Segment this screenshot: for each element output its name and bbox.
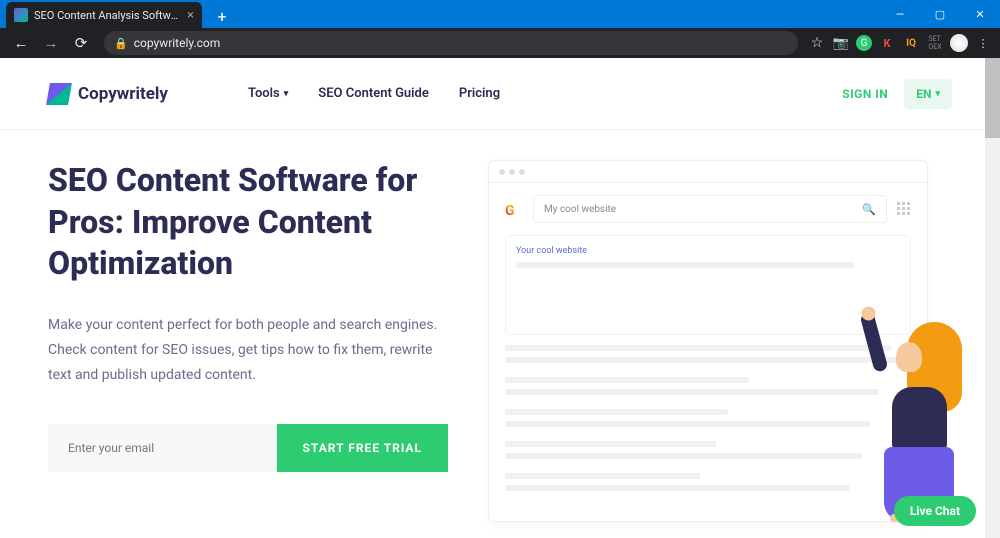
close-icon[interactable]: × [187, 8, 194, 23]
live-chat-button[interactable]: Live Chat [894, 496, 976, 526]
person-head [896, 342, 922, 372]
mock-query: My cool website [544, 204, 616, 215]
url-text: copywritely.com [134, 36, 221, 50]
address-bar[interactable]: 🔒 copywritely.com [104, 31, 798, 55]
back-button[interactable]: ← [8, 30, 34, 56]
traffic-light-icon [519, 169, 525, 175]
google-logo-icon [505, 200, 523, 218]
traffic-light-icon [509, 169, 515, 175]
set-extension-icon[interactable]: SETOEX [926, 34, 944, 52]
browser-tab[interactable]: SEO Content Analysis Software: T × [6, 2, 202, 28]
email-field[interactable] [48, 424, 277, 472]
skeleton-line [505, 377, 749, 383]
camera-icon[interactable]: 📷 [832, 34, 850, 52]
menu-icon[interactable]: ⋮ [974, 34, 992, 52]
browser-tab-strip: SEO Content Analysis Software: T × + [0, 0, 234, 28]
browser-toolbar: ← → ⟳ 🔒 copywritely.com ☆ 📷 G K IQ SETOE… [0, 28, 1000, 58]
hero-title: SEO Content Software for Pros: Improve C… [48, 160, 448, 285]
skeleton-line [505, 485, 850, 491]
lock-icon: 🔒 [114, 37, 128, 50]
nav-guide[interactable]: SEO Content Guide [318, 86, 429, 101]
apps-grid-icon [897, 202, 911, 216]
lang-label: EN [916, 87, 931, 101]
mock-search-row: My cool website 🔍 [489, 183, 927, 235]
hero-section: SEO Content Software for Pros: Improve C… [0, 130, 1000, 522]
nav-tools-label: Tools [248, 86, 280, 101]
brand-name: Copywritely [78, 84, 168, 104]
signin-link[interactable]: SIGN IN [842, 87, 888, 101]
k-extension-icon[interactable]: K [878, 34, 896, 52]
site-header: Copywritely Tools ▾ SEO Content Guide Pri… [0, 58, 1000, 130]
skeleton-line [505, 441, 716, 447]
language-selector[interactable]: EN ▾ [904, 79, 952, 109]
start-trial-button[interactable]: START FREE TRIAL [277, 424, 448, 472]
skeleton-line [516, 262, 854, 268]
person-torso [892, 387, 947, 452]
skeleton-line [505, 473, 700, 479]
brand-logo[interactable]: Copywritely [48, 83, 168, 105]
nav-pricing[interactable]: Pricing [459, 86, 500, 101]
main-nav: Tools ▾ SEO Content Guide Pricing [248, 86, 500, 101]
hero-illustration: My cool website 🔍 Your cool website [488, 160, 952, 522]
minimize-button[interactable]: ― [880, 0, 920, 28]
search-icon: 🔍 [862, 203, 876, 216]
skeleton-line [505, 453, 862, 459]
cta-row: START FREE TRIAL [48, 424, 448, 472]
new-tab-button[interactable]: + [210, 4, 234, 28]
skeleton-line [505, 389, 879, 395]
extension-icons: ☆ 📷 G K IQ SETOEX ⋮ [808, 34, 992, 52]
page-content: Copywritely Tools ▾ SEO Content Guide Pri… [0, 58, 1000, 538]
traffic-light-icon [499, 169, 505, 175]
mock-result-title: Your cool website [516, 246, 900, 256]
mock-search-box: My cool website 🔍 [533, 195, 887, 223]
maximize-button[interactable]: ▢ [920, 0, 960, 28]
forward-button[interactable]: → [38, 30, 64, 56]
hero-left: SEO Content Software for Pros: Improve C… [48, 160, 448, 522]
skeleton-line [505, 345, 891, 351]
profile-avatar[interactable] [950, 34, 968, 52]
nav-tools[interactable]: Tools ▾ [248, 86, 288, 101]
person-arm [859, 311, 888, 373]
scrollbar-thumb[interactable] [985, 58, 1000, 138]
skeleton-line [505, 357, 903, 363]
mock-browser-tabs [489, 161, 927, 183]
skeleton-line [505, 421, 870, 427]
bookmark-star-icon[interactable]: ☆ [808, 34, 826, 52]
mock-result-card: Your cool website [505, 235, 911, 335]
tab-title: SEO Content Analysis Software: T [34, 9, 183, 22]
chevron-down-icon: ▾ [935, 89, 940, 99]
reload-button[interactable]: ⟳ [68, 30, 94, 56]
grammarly-icon[interactable]: G [856, 35, 872, 51]
close-button[interactable]: ✕ [960, 0, 1000, 28]
scrollbar[interactable] [985, 58, 1000, 538]
skeleton-line [505, 409, 728, 415]
logo-mark-icon [46, 83, 72, 105]
hero-description: Make your content perfect for both peopl… [48, 313, 448, 389]
favicon-icon [14, 8, 28, 22]
header-right: SIGN IN EN ▾ [842, 79, 952, 109]
chevron-down-icon: ▾ [284, 89, 289, 99]
iq-extension-icon[interactable]: IQ [902, 34, 920, 52]
